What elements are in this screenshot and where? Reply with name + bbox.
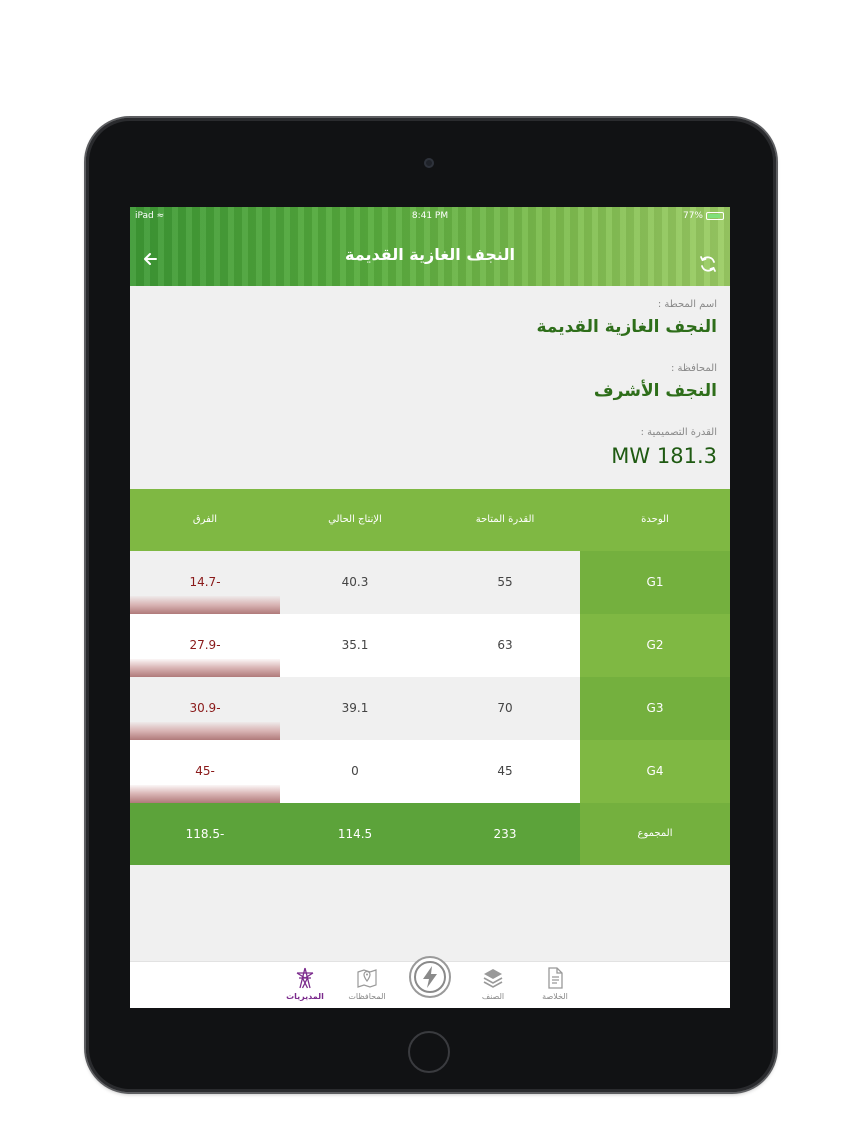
diff-cell: -14.7: [130, 551, 280, 614]
tab-label: المحافظات: [348, 992, 386, 1001]
station-info: اسم المحطة : النجف الغازية القديمة المحا…: [130, 286, 730, 489]
diff-value: -45: [195, 764, 215, 778]
production-cell: 40.3: [280, 551, 430, 614]
map-pin-icon: [357, 969, 377, 988]
tab-label: المديريات: [286, 992, 324, 1001]
battery-icon: [706, 212, 724, 220]
page-title: النجف الغازية القديمة: [345, 245, 515, 264]
capacity-value: 181.3 MW: [611, 444, 717, 468]
tab-provinces[interactable]: المحافظات: [337, 966, 397, 1001]
production-cell: 0: [280, 740, 430, 803]
table-row[interactable]: G1 55 40.3 -14.7: [130, 551, 730, 614]
unit-cell: G2: [580, 614, 730, 677]
document-icon: [548, 967, 563, 989]
available-cell: 63: [430, 614, 580, 677]
status-time: 8:41 PM: [411, 211, 449, 221]
status-battery: 77%: [683, 207, 724, 225]
table-row[interactable]: G2 63 35.1 -27.9: [130, 614, 730, 677]
total-available: 233: [493, 827, 517, 841]
total-production: 114.5: [337, 827, 373, 841]
unit-cell: G4: [580, 740, 730, 803]
layers-icon: [483, 969, 503, 988]
col-unit-header: الوحدة: [641, 514, 669, 525]
app-screen: iPad ≈ 8:41 PM 77% النجف الغازية القديمة…: [130, 207, 730, 1008]
available-cell: 55: [430, 551, 580, 614]
table-header: الوحدة القدرة المتاحة الإنتاج الحالي الف…: [130, 489, 730, 551]
col-available-header: القدرة المتاحة: [475, 514, 535, 525]
production-cell: 35.1: [280, 614, 430, 677]
total-label: المجموع: [580, 803, 730, 865]
refresh-icon[interactable]: [698, 254, 718, 274]
capacity-label: القدرة التصميمية :: [640, 427, 717, 438]
diff-value: -30.9: [189, 701, 221, 715]
total-diff: -118.5: [185, 827, 225, 841]
unit-cell: G3: [580, 677, 730, 740]
diff-cell: -30.9: [130, 677, 280, 740]
diff-value: -27.9: [189, 638, 221, 652]
diff-cell: -45: [130, 740, 280, 803]
station-name: النجف الغازية القديمة: [536, 317, 717, 337]
production-cell: 39.1: [280, 677, 430, 740]
table-row[interactable]: G4 45 0 -45: [130, 740, 730, 803]
header-bar: iPad ≈ 8:41 PM 77% النجف الغازية القديمة: [130, 207, 730, 286]
battery-percent: 77%: [682, 211, 703, 221]
tab-label: الصنف: [481, 992, 505, 1001]
diff-cell: -27.9: [130, 614, 280, 677]
diff-bar: [130, 785, 280, 803]
province-name: النجف الأشرف: [593, 381, 717, 401]
table-row[interactable]: G3 70 39.1 -30.9: [130, 677, 730, 740]
front-camera: [424, 158, 434, 168]
col-production-header: الإنتاج الحالي: [328, 514, 382, 525]
diff-bar: [130, 596, 280, 614]
tab-label: الخلاصة: [542, 992, 568, 1001]
tab-power[interactable]: [409, 956, 451, 998]
tab-category[interactable]: الصنف: [463, 966, 523, 1001]
diff-bar: [130, 722, 280, 740]
lightning-icon: [414, 961, 446, 993]
available-cell: 45: [430, 740, 580, 803]
units-table: الوحدة القدرة المتاحة الإنتاج الحالي الف…: [130, 489, 730, 865]
tab-bar: المديريات المحافظات الصنف الخلاصة: [130, 956, 730, 1008]
station-name-label: اسم المحطة :: [657, 299, 717, 310]
province-label: المحافظة :: [670, 363, 717, 374]
tower-icon: [296, 967, 314, 989]
available-cell: 70: [430, 677, 580, 740]
tab-summary[interactable]: الخلاصة: [525, 966, 585, 1001]
diff-bar: [130, 659, 280, 677]
unit-cell: G1: [580, 551, 730, 614]
status-bar: iPad ≈ 8:41 PM 77%: [130, 207, 730, 225]
col-diff-header: الفرق: [192, 514, 218, 525]
tab-directorates[interactable]: المديريات: [275, 966, 335, 1001]
diff-value: -14.7: [189, 575, 221, 589]
home-button[interactable]: [408, 1031, 450, 1073]
total-row: المجموع 233 114.5 -118.5: [130, 803, 730, 865]
